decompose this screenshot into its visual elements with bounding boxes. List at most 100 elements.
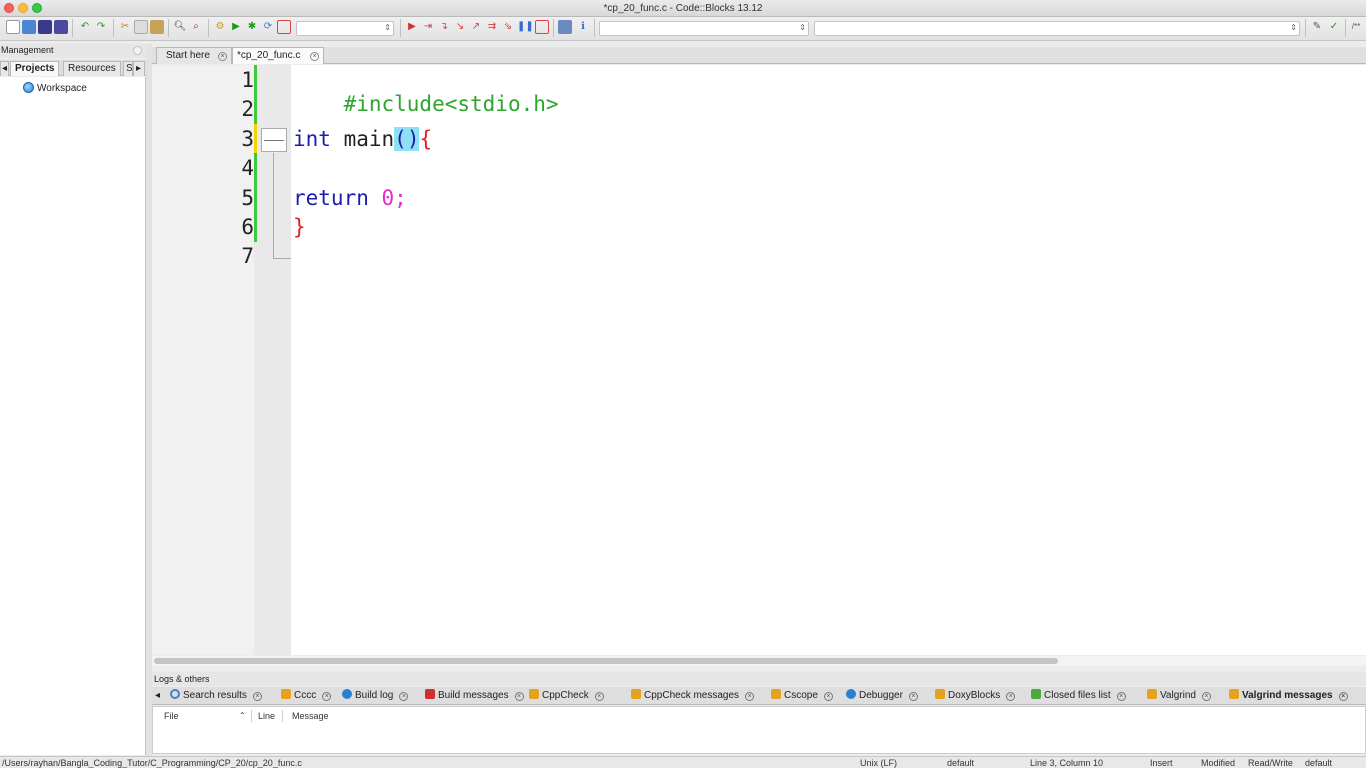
tab-symbols[interactable]: S [123,61,133,76]
code-line-5: return 0; [293,186,407,210]
column-file[interactable]: File [164,711,179,721]
debug-windows-icon[interactable] [558,20,572,34]
abort-icon[interactable] [277,20,291,34]
close-tab-icon[interactable]: × [252,692,262,701]
close-tab-icon[interactable]: × [399,692,409,701]
scrollbar-thumb[interactable] [154,658,1058,664]
horizontal-scrollbar[interactable] [152,656,1366,666]
step-into-instruction-icon[interactable]: ⇘ [501,20,515,34]
title-bar: *cp_20_func.c - Code::Blocks 13.12 [0,0,1366,17]
save-icon[interactable] [38,20,52,34]
run-icon[interactable]: ▶ [229,20,243,34]
close-tab-icon[interactable]: × [594,692,604,701]
management-close-icon[interactable] [133,46,142,55]
cscope-icon [771,689,781,699]
block-comment-icon[interactable]: /** [1349,20,1363,34]
tab-start-here[interactable]: Start here × [156,47,232,64]
tab-resources[interactable]: Resources [63,61,121,76]
workspace-node[interactable]: Workspace [37,83,87,94]
close-brace: } [293,215,306,239]
tab-valgrind[interactable]: Valgrind × [1147,688,1211,705]
tab-label: CppCheck messages [644,690,740,701]
save-all-icon[interactable] [54,20,68,34]
redo-icon[interactable]: ↷ [94,20,108,34]
undo-icon[interactable]: ↶ [78,20,92,34]
column-line[interactable]: Line [258,711,275,721]
tab-build-log[interactable]: Build log × [342,688,409,705]
tab-label: Start here [166,50,210,61]
various-info-icon[interactable]: ℹ [576,20,590,34]
tab-closed-files-list[interactable]: Closed files list × [1031,688,1126,705]
tab-debugger[interactable]: Debugger × [846,688,918,705]
build-target-select[interactable]: ⇕ [296,21,394,36]
line-number: 2 [241,97,254,121]
management-header: Management [0,44,146,58]
scope-select[interactable]: ⇕ [599,21,809,36]
close-tab-icon[interactable]: × [322,692,332,701]
tab-label: Valgrind messages [1242,690,1333,701]
tab-cppcheck[interactable]: CppCheck × [529,688,604,705]
pause-icon[interactable]: ❚❚ [517,20,534,34]
close-tab-icon[interactable]: × [310,52,319,61]
function-select[interactable]: ⇕ [814,21,1300,36]
run-to-cursor-icon[interactable]: ⇥ [421,20,435,34]
doxyblocks-comment-icon[interactable]: ✎ [1310,20,1324,34]
cccc-icon [281,689,291,699]
tabs-scroll-right-icon[interactable]: ▸ [133,61,145,76]
rebuild-icon[interactable]: ⟳ [261,20,275,34]
line-number: 6 [241,215,254,239]
close-tab-icon[interactable]: × [1116,692,1126,701]
find-icon[interactable]: 🔍︎ [173,20,187,34]
close-tab-icon[interactable]: × [745,692,755,701]
valgrind-messages-list[interactable]: File ⌃ Line Message [152,706,1366,754]
close-tab-icon[interactable]: × [1006,692,1016,701]
tab-label: Cccc [294,690,317,701]
file-path: /Users/rayhan/Bangla_Coding_Tutor/C_Prog… [2,758,302,768]
tab-cp-20-func[interactable]: *cp_20_func.c × [232,47,324,64]
fold-toggle-icon[interactable] [261,128,287,152]
close-tab-icon[interactable]: × [1338,692,1348,701]
tab-label: *cp_20_func.c [237,50,301,61]
open-file-icon[interactable] [22,20,36,34]
build-run-icon[interactable]: ✱ [245,20,259,34]
step-out-icon[interactable]: ↗ [469,20,483,34]
logs-scroll-left-icon[interactable]: ◂ [155,688,160,705]
cut-icon[interactable]: ✂ [118,20,132,34]
code-editor[interactable]: 1 2 3 4 5 6 7 #include<stdio.h> int main… [152,65,1366,655]
build-icon[interactable]: ⚙ [213,20,227,34]
doxyblocks-icon [935,689,945,699]
tab-valgrind-messages[interactable]: Valgrind messages × [1229,688,1348,705]
new-file-icon[interactable] [6,20,20,34]
logs-header: Logs & others [152,672,1366,686]
tab-search-results[interactable]: Search results × [170,688,262,705]
next-instruction-icon[interactable]: ⇉ [485,20,499,34]
step-into-icon[interactable]: ↘ [453,20,467,34]
cursor-position: Line 3, Column 10 [1030,758,1104,768]
close-tab-icon[interactable]: × [218,52,227,61]
closed-files-icon [1031,689,1041,699]
tabs-scroll-left-icon[interactable]: ◂ [0,61,9,76]
tab-projects[interactable]: Projects [10,61,60,76]
tab-doxyblocks[interactable]: DoxyBlocks × [935,688,1016,705]
cppcheck-icon [529,689,539,699]
paste-icon[interactable] [150,20,164,34]
tab-build-messages[interactable]: Build messages × [425,688,524,705]
tab-cppcheck-messages[interactable]: CppCheck messages × [631,688,755,705]
open-brace: { [419,127,433,151]
valgrind-icon [1147,689,1157,699]
tab-cscope[interactable]: Cscope × [771,688,833,705]
replace-icon[interactable]: ⌕ [189,20,203,34]
tab-cccc[interactable]: Cccc × [281,688,332,705]
status-bar: /Users/rayhan/Bangla_Coding_Tutor/C_Prog… [0,756,1366,768]
close-tab-icon[interactable]: × [908,692,918,701]
doxyblocks-run-icon[interactable]: ✓ [1327,20,1341,34]
next-line-icon[interactable]: ↴ [437,20,451,34]
copy-icon[interactable] [134,20,148,34]
column-message[interactable]: Message [292,711,329,721]
close-tab-icon[interactable]: × [1201,692,1211,701]
close-tab-icon[interactable]: × [823,692,833,701]
debug-icon[interactable]: ▶ [405,20,419,34]
close-tab-icon[interactable]: × [514,692,524,701]
window-title: *cp_20_func.c - Code::Blocks 13.12 [603,3,763,14]
stop-debug-icon[interactable] [535,20,549,34]
